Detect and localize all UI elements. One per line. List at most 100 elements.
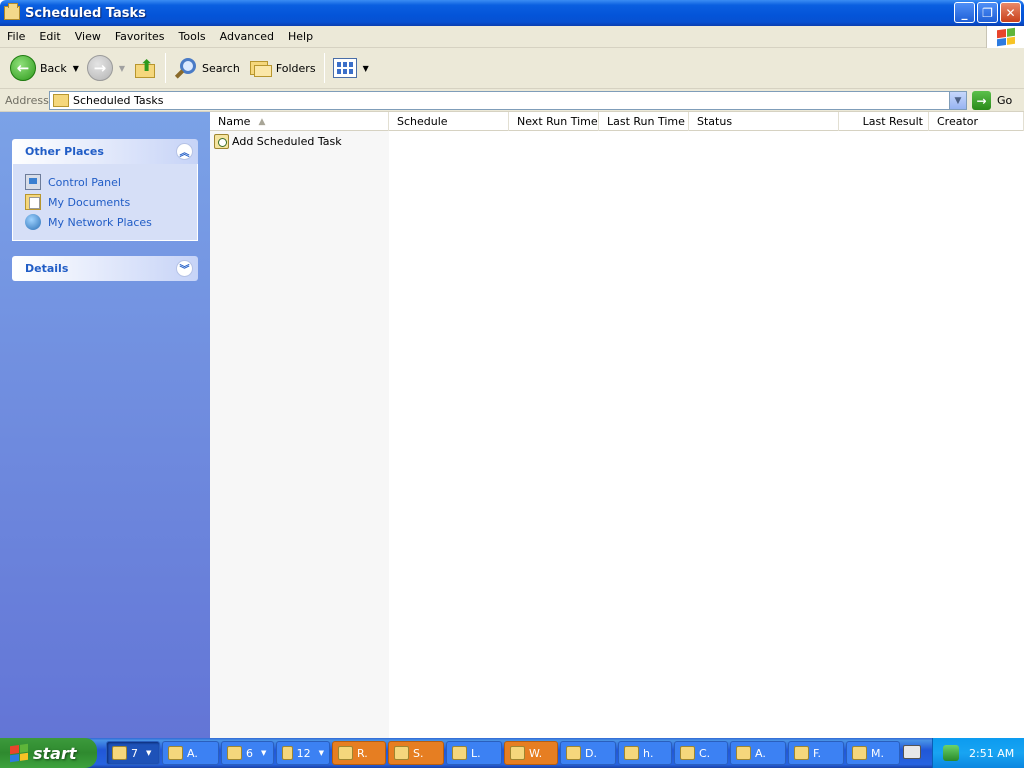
column-header-last-run-time[interactable]: Last Run Time (599, 112, 689, 131)
group-dropdown-icon: ▼ (146, 749, 152, 757)
place-link-label: Control Panel (48, 175, 121, 189)
start-label: start (33, 743, 77, 763)
details-header[interactable]: Details ︾ (12, 256, 198, 281)
column-headers: Name ▲ Schedule Next Run Time Last Run T… (210, 112, 1024, 131)
close-button[interactable]: ✕ (1000, 2, 1021, 23)
taskbar-app-icon (736, 746, 751, 760)
taskbar-app-icon (227, 746, 242, 760)
sort-ascending-icon: ▲ (258, 116, 266, 127)
folders-button[interactable]: Folders (244, 50, 320, 86)
other-places-header[interactable]: Other Places ︽ (12, 139, 198, 164)
taskbar-button-label: A. (187, 746, 198, 760)
window-title: Scheduled Tasks (25, 5, 146, 21)
column-header-schedule[interactable]: Schedule (389, 112, 509, 131)
taskbar-button-label: R. (357, 746, 368, 760)
column-header-creator[interactable]: Creator (929, 112, 1024, 131)
menu-edit[interactable]: Edit (32, 30, 67, 43)
forward-dropdown-icon[interactable]: ▼ (119, 64, 125, 73)
taskbar-button[interactable]: F. (788, 741, 844, 765)
go-button[interactable]: → Go (972, 91, 1012, 110)
taskbar-app-icon (112, 746, 127, 760)
address-input[interactable]: Scheduled Tasks ▼ (49, 91, 967, 110)
taskbar-button-label: F. (813, 746, 822, 760)
taskbar-app-icon (566, 746, 581, 760)
forward-button[interactable]: → ▼ (83, 50, 129, 86)
back-label: Back (40, 61, 67, 75)
column-header-label: Next Run Time (517, 115, 598, 128)
address-bar: Address Scheduled Tasks ▼ → Go (0, 89, 1024, 112)
taskbar-button[interactable]: 6 ▼ (221, 741, 274, 765)
column-header-last-result[interactable]: Last Result (839, 112, 929, 131)
task-pane: Other Places ︽ Control Panel My Document… (0, 112, 210, 738)
column-header-status[interactable]: Status (689, 112, 839, 131)
address-dropdown-icon[interactable]: ▼ (949, 92, 966, 109)
back-button[interactable]: ← Back ▼ (6, 50, 83, 86)
keyboard-icon[interactable] (903, 745, 921, 759)
menu-help[interactable]: Help (281, 30, 320, 43)
taskbar-button[interactable]: M. (846, 741, 900, 765)
menu-file[interactable]: File (0, 30, 32, 43)
place-link-my-documents[interactable]: My Documents (25, 192, 197, 212)
forward-arrow-icon: → (86, 55, 113, 81)
back-arrow-icon: ← (10, 55, 36, 81)
add-task-icon (214, 133, 229, 149)
restore-button[interactable]: ❐ (977, 2, 998, 23)
file-list[interactable]: Name ▲ Schedule Next Run Time Last Run T… (210, 112, 1024, 738)
clock[interactable]: 2:51 AM (969, 747, 1014, 760)
taskbar-button[interactable]: L. (446, 741, 502, 765)
list-item[interactable]: Add Scheduled Task (214, 133, 342, 149)
taskbar-button[interactable]: D. (560, 741, 616, 765)
collapse-chevron-up-icon[interactable]: ︽ (176, 143, 193, 160)
folder-icon (53, 94, 69, 107)
taskbar-button-label: A. (755, 746, 766, 760)
taskbar-app-icon (510, 746, 525, 760)
taskbar-app-icon (168, 746, 183, 760)
taskbar-buttons: 7 ▼ A. 6 ▼ 12 ▼ R. S. L. W. D. h. C. A. F. M. (106, 741, 900, 765)
group-dropdown-icon: ▼ (261, 749, 267, 757)
back-dropdown-icon[interactable]: ▼ (73, 64, 79, 73)
search-label: Search (202, 61, 240, 75)
title-bar[interactable]: Scheduled Tasks _ ❐ ✕ (0, 0, 1024, 26)
menu-view[interactable]: View (68, 30, 108, 43)
search-button[interactable]: Search (170, 50, 244, 86)
control-panel-icon (25, 174, 41, 190)
column-header-name[interactable]: Name ▲ (210, 112, 389, 131)
taskbar-app-icon (624, 746, 639, 760)
menu-advanced[interactable]: Advanced (213, 30, 281, 43)
taskbar-button[interactable]: A. (730, 741, 786, 765)
taskbar-button[interactable]: S. (388, 741, 444, 765)
minimize-button[interactable]: _ (954, 2, 975, 23)
taskbar-button[interactable]: h. (618, 741, 672, 765)
column-header-label: Name (218, 115, 251, 128)
details-panel: Details ︾ (12, 256, 198, 281)
other-places-title: Other Places (25, 145, 104, 158)
menu-tools[interactable]: Tools (172, 30, 213, 43)
taskbar-button[interactable]: R. (332, 741, 386, 765)
place-link-control-panel[interactable]: Control Panel (25, 172, 197, 192)
toolbar: ← Back ▼ → ▼ ⬆ Search Folders ▼ (0, 48, 1024, 89)
tray-app-icon[interactable] (943, 745, 959, 761)
taskbar-button[interactable]: 7 ▼ (106, 741, 160, 765)
scheduled-tasks-folder-icon (4, 3, 20, 20)
up-folder-button[interactable]: ⬆ (129, 50, 161, 86)
expand-chevron-down-icon[interactable]: ︾ (176, 260, 193, 277)
up-folder-icon: ⬆ (133, 56, 157, 80)
taskbar-button-label: M. (871, 746, 884, 760)
search-icon (174, 56, 198, 80)
menu-favorites[interactable]: Favorites (108, 30, 172, 43)
taskbar-app-icon (680, 746, 695, 760)
taskbar: start 7 ▼ A. 6 ▼ 12 ▼ R. S. L. W. D. h. C. A. F. M. 2:51… (0, 738, 1024, 768)
views-dropdown-icon[interactable]: ▼ (363, 64, 369, 73)
taskbar-button-label: 7 (131, 746, 138, 760)
taskbar-button-label: W. (529, 746, 543, 760)
taskbar-button[interactable]: C. (674, 741, 728, 765)
place-link-my-network-places[interactable]: My Network Places (25, 212, 197, 232)
taskbar-button[interactable]: 12 ▼ (276, 741, 330, 765)
views-button[interactable]: ▼ (329, 50, 373, 86)
column-header-next-run-time[interactable]: Next Run Time (509, 112, 599, 131)
toolbar-separator (323, 53, 325, 83)
place-link-label: My Documents (48, 195, 131, 209)
start-button[interactable]: start (0, 738, 97, 768)
taskbar-button[interactable]: W. (504, 741, 558, 765)
taskbar-button[interactable]: A. (162, 741, 219, 765)
